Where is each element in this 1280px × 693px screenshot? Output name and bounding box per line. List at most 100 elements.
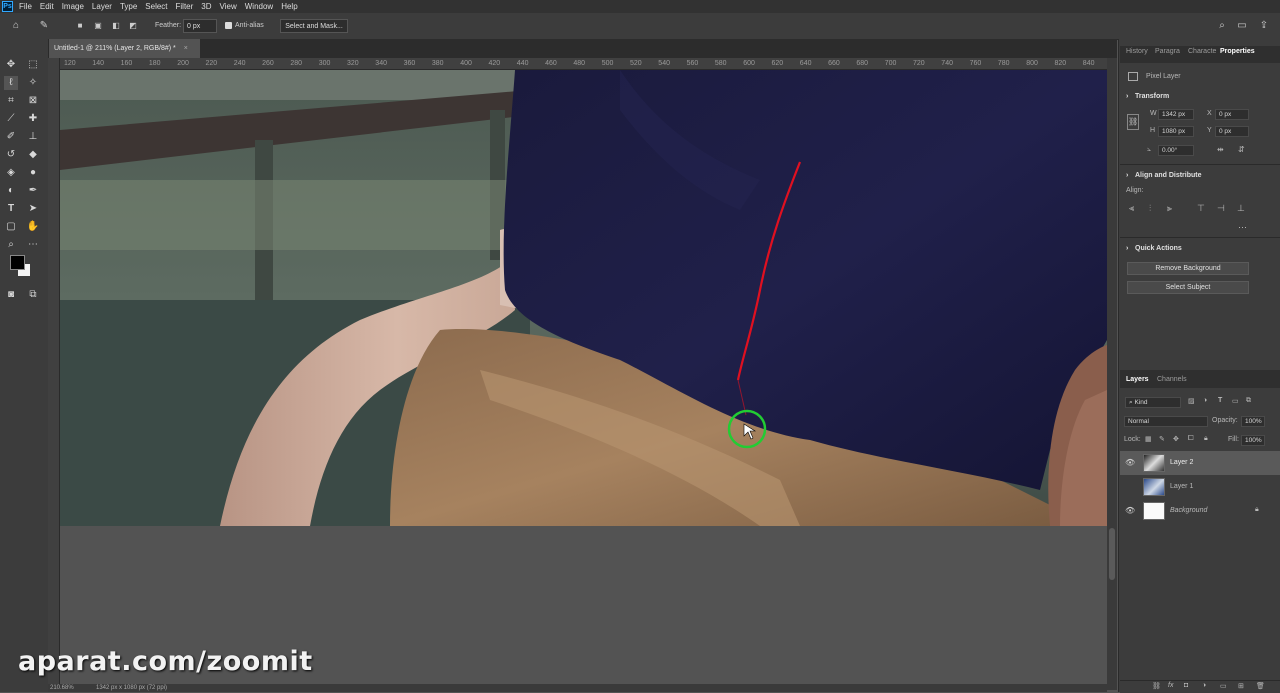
clone-stamp-tool-icon[interactable]: ⊥ xyxy=(26,130,40,144)
blend-mode-select[interactable]: Normal xyxy=(1124,416,1208,427)
rectangle-tool-icon[interactable]: ▢ xyxy=(4,220,18,234)
align-left-icon[interactable]: ⫷ xyxy=(1129,203,1134,214)
tab-properties[interactable]: Properties xyxy=(1220,48,1255,55)
filter-adjustment-icon[interactable]: ◑ xyxy=(1203,397,1207,404)
lock-position-icon[interactable]: ✥ xyxy=(1173,435,1179,443)
transform-collapse-icon[interactable]: › xyxy=(1126,93,1128,100)
frame-tool-icon[interactable]: ⊠ xyxy=(26,94,40,108)
image-canvas[interactable] xyxy=(60,70,1107,526)
tab-paragraph[interactable]: Paragra xyxy=(1155,48,1180,55)
blur-tool-icon[interactable]: ● xyxy=(26,166,40,180)
marquee-tool-icon[interactable]: ⬚ xyxy=(26,58,40,72)
eyedropper-tool-icon[interactable]: ⟋ xyxy=(4,112,18,126)
eraser-tool-icon[interactable]: ◆ xyxy=(26,148,40,162)
filter-type-icon[interactable]: T xyxy=(1218,397,1222,404)
menu-view[interactable]: View xyxy=(220,2,237,11)
path-selection-tool-icon[interactable]: ➤ xyxy=(26,202,40,216)
type-tool-icon[interactable]: T xyxy=(4,202,18,216)
align-collapse-icon[interactable]: › xyxy=(1126,172,1128,179)
visibility-eye-icon[interactable]: 👁︎ xyxy=(1125,506,1135,515)
paint-bucket-tool-icon[interactable]: ◈ xyxy=(4,166,18,180)
dodge-tool-icon[interactable]: ◐ xyxy=(4,184,18,198)
menu-layer[interactable]: Layer xyxy=(92,2,112,11)
search-icon[interactable]: ⌕ xyxy=(1216,20,1228,32)
lock-image-icon[interactable]: ✎ xyxy=(1159,435,1165,443)
opacity-input[interactable]: 100% xyxy=(1241,416,1265,427)
workspace-icon[interactable]: ▭ xyxy=(1236,20,1248,32)
scrollbar-thumb[interactable] xyxy=(1109,528,1115,580)
tab-character[interactable]: Characte xyxy=(1188,48,1216,55)
new-selection-icon[interactable]: ■ xyxy=(74,20,86,32)
group-icon[interactable]: ▭ xyxy=(1220,682,1227,690)
filter-shape-icon[interactable]: ▭ xyxy=(1232,397,1239,405)
quick-actions-collapse-icon[interactable]: › xyxy=(1126,245,1128,252)
menu-select[interactable]: Select xyxy=(145,2,167,11)
layer-name[interactable]: Background xyxy=(1170,507,1207,514)
delete-layer-icon[interactable]: 🗑︎ xyxy=(1256,682,1265,690)
feather-input[interactable]: 0 px xyxy=(183,19,217,33)
flip-vertical-icon[interactable]: ⇵ xyxy=(1238,145,1245,154)
tab-channels[interactable]: Channels xyxy=(1157,376,1187,383)
magic-wand-tool-icon[interactable]: ✧ xyxy=(26,76,40,90)
menu-filter[interactable]: Filter xyxy=(176,2,194,11)
menu-3d[interactable]: 3D xyxy=(201,2,211,11)
select-subject-button[interactable]: Select Subject xyxy=(1127,281,1249,294)
brush-tool-icon[interactable]: ✐ xyxy=(4,130,18,144)
hand-tool-icon[interactable]: ✋ xyxy=(26,220,40,234)
align-middle-v-icon[interactable]: ⊣ xyxy=(1217,203,1225,214)
foreground-color-swatch[interactable] xyxy=(10,255,25,270)
zoom-tool-icon[interactable]: ⌕ xyxy=(4,238,18,252)
quick-mask-icon[interactable]: ◙ xyxy=(4,288,18,302)
visibility-eye-icon[interactable]: 👁︎ xyxy=(1125,458,1135,467)
close-tab-icon[interactable]: × xyxy=(184,45,188,52)
menu-type[interactable]: Type xyxy=(120,2,137,11)
align-center-h-icon[interactable]: ⫶ xyxy=(1149,203,1151,214)
adjustment-layer-icon[interactable]: ◑ xyxy=(1202,682,1206,689)
document-tab[interactable]: Untitled-1 @ 211% (Layer 2, RGB/8#) * × xyxy=(48,39,200,58)
move-tool-icon[interactable]: ✥ xyxy=(4,58,18,72)
subtract-selection-icon[interactable]: ◧ xyxy=(110,20,122,32)
y-input[interactable]: 0 px xyxy=(1215,126,1249,137)
crop-tool-icon[interactable]: ⌗ xyxy=(4,94,18,108)
lasso-tool-preset-icon[interactable]: ✎ xyxy=(38,20,50,32)
link-layers-icon[interactable]: ⛓ xyxy=(1152,682,1161,690)
history-brush-tool-icon[interactable]: ↺ xyxy=(4,148,18,162)
menu-window[interactable]: Window xyxy=(245,2,273,11)
new-layer-icon[interactable]: ⊞ xyxy=(1238,682,1244,690)
vertical-scrollbar[interactable] xyxy=(1107,58,1117,690)
align-bottom-icon[interactable]: ⊥ xyxy=(1237,203,1245,214)
remove-background-button[interactable]: Remove Background xyxy=(1127,262,1249,275)
align-right-icon[interactable]: ⫸ xyxy=(1167,203,1172,214)
menu-file[interactable]: File xyxy=(19,2,32,11)
x-input[interactable]: 0 px xyxy=(1215,109,1249,120)
more-tools-icon[interactable]: ⋯ xyxy=(26,238,40,252)
lasso-tool-icon[interactable]: ℓ xyxy=(4,76,18,90)
filter-smart-icon[interactable]: ⧉ xyxy=(1246,397,1251,405)
layer-filter-kind[interactable]: ⌕ Kind xyxy=(1125,397,1181,408)
filter-pixel-icon[interactable]: ▨ xyxy=(1188,397,1195,405)
fx-icon[interactable]: fx xyxy=(1168,682,1173,689)
width-input[interactable]: 1342 px xyxy=(1158,109,1194,120)
select-and-mask-button[interactable]: Select and Mask... xyxy=(280,19,348,33)
lock-transparent-icon[interactable]: ▦ xyxy=(1145,435,1152,443)
flip-horizontal-icon[interactable]: ⇹ xyxy=(1217,145,1224,154)
layer-name[interactable]: Layer 1 xyxy=(1170,483,1193,490)
share-icon[interactable]: ⇪ xyxy=(1258,20,1270,32)
healing-brush-tool-icon[interactable]: ✚ xyxy=(26,112,40,126)
align-top-icon[interactable]: ⊤ xyxy=(1197,203,1205,214)
tab-layers[interactable]: Layers xyxy=(1126,376,1149,383)
add-selection-icon[interactable]: ▣ xyxy=(92,20,104,32)
lock-all-icon[interactable]: 🔒︎ xyxy=(1204,435,1208,443)
antialias-checkbox[interactable] xyxy=(225,22,232,29)
layer-mask-icon[interactable]: ◘ xyxy=(1184,682,1188,689)
home-icon[interactable]: ⌂ xyxy=(10,20,22,32)
intersect-selection-icon[interactable]: ◩ xyxy=(127,20,139,32)
screen-mode-icon[interactable]: ⧉ xyxy=(26,288,40,302)
fill-input[interactable]: 100% xyxy=(1241,435,1265,446)
menu-edit[interactable]: Edit xyxy=(40,2,54,11)
menu-image[interactable]: Image xyxy=(62,2,84,11)
link-icon[interactable]: ⛓ xyxy=(1127,114,1139,130)
lock-artboard-icon[interactable]: ⧠ xyxy=(1188,435,1194,443)
tab-history[interactable]: History xyxy=(1126,48,1148,55)
more-options-icon[interactable]: ⋯ xyxy=(1238,222,1247,233)
